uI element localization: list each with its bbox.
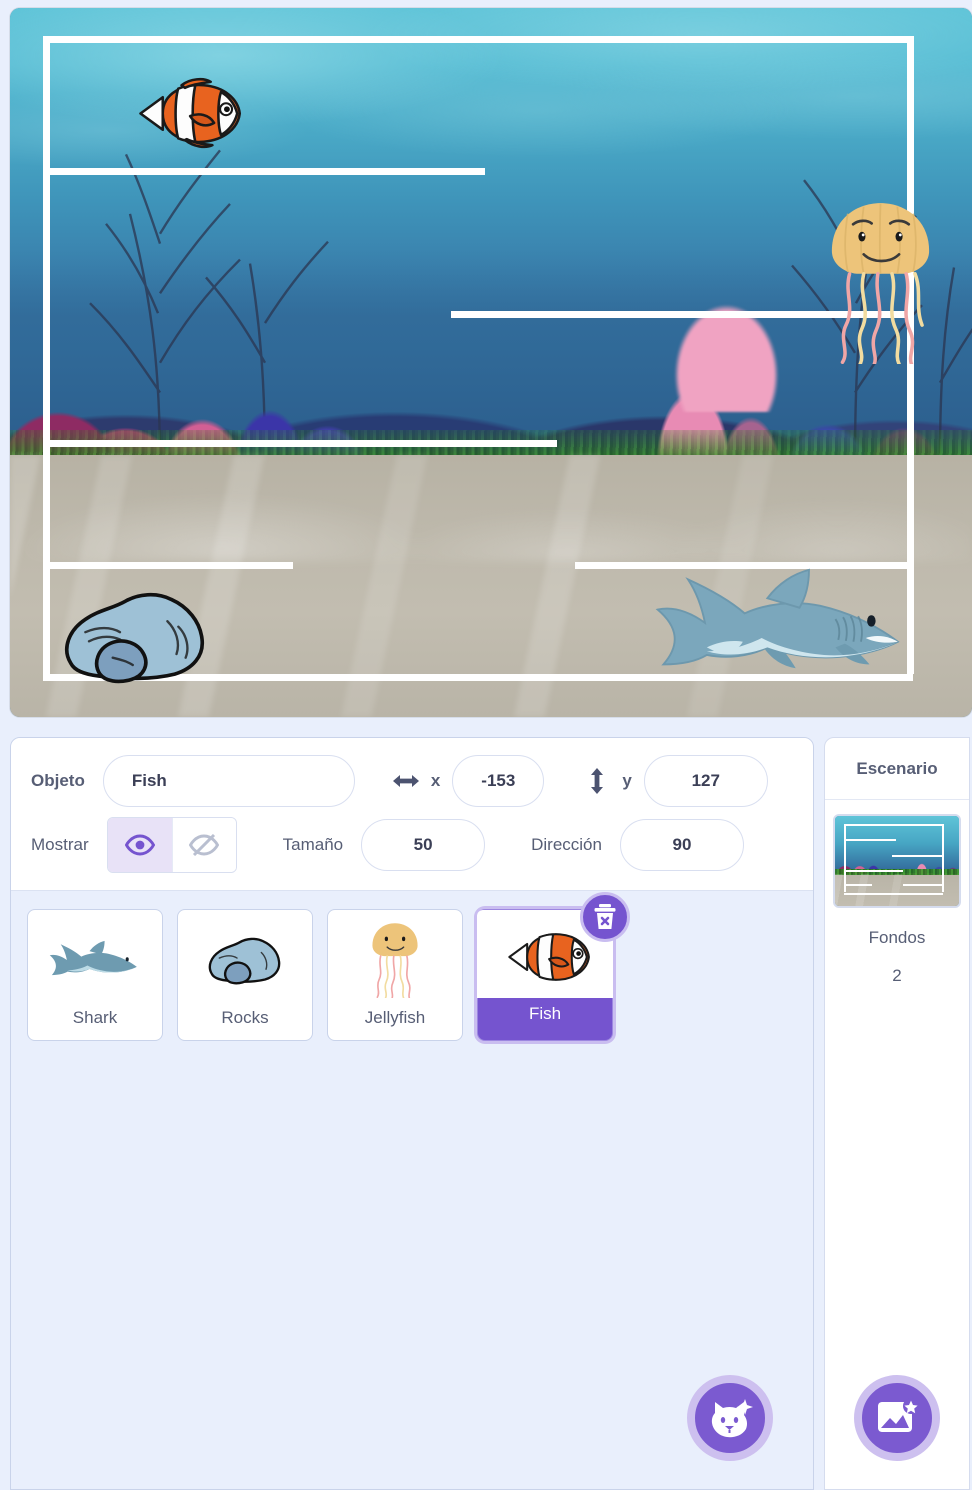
trash-delete-icon bbox=[592, 903, 618, 931]
x-coordinate-input[interactable]: -153 bbox=[452, 755, 545, 807]
direction-label: Dirección bbox=[531, 835, 602, 854]
sprite-info-row-2: Mostrar Tamaño 50 Dirección 90 bbox=[31, 816, 793, 874]
direction-value: 90 bbox=[672, 835, 692, 854]
hide-sprite-button[interactable] bbox=[171, 818, 236, 872]
sprite-tile-shark[interactable]: Shark bbox=[27, 909, 163, 1041]
stage-sprite-jellyfish[interactable] bbox=[823, 196, 938, 364]
add-backdrop-button[interactable] bbox=[854, 1375, 940, 1461]
eye-slash-icon bbox=[189, 834, 220, 856]
size-input[interactable]: 50 bbox=[361, 819, 486, 871]
stage-thumbnail[interactable] bbox=[833, 814, 961, 908]
x-axis-label: x bbox=[430, 771, 441, 790]
y-coordinate-value: 127 bbox=[691, 771, 720, 790]
eye-icon bbox=[124, 834, 155, 856]
x-coordinate-value: -153 bbox=[481, 771, 516, 790]
sprite-tile-label: Rocks bbox=[221, 1008, 269, 1027]
direction-input[interactable]: 90 bbox=[619, 819, 744, 871]
jellyfish-icon bbox=[340, 920, 450, 998]
y-axis-label: y bbox=[622, 771, 632, 790]
show-label: Mostrar bbox=[31, 835, 89, 854]
shark-icon bbox=[40, 920, 150, 998]
backdrops-count: 2 bbox=[892, 966, 902, 985]
visibility-toggle[interactable] bbox=[106, 817, 237, 873]
sprite-info-panel: Objeto Fish x -153 y 127 Mostrar Tamaño … bbox=[11, 738, 813, 891]
size-label: Tamaño bbox=[282, 835, 344, 854]
stage-sprite-fish[interactable] bbox=[125, 75, 245, 152]
delete-sprite-button[interactable] bbox=[580, 892, 630, 942]
object-label: Objeto bbox=[31, 771, 85, 790]
rocks-icon bbox=[190, 920, 300, 998]
stage-sprite-rocks[interactable] bbox=[58, 579, 213, 689]
sprite-tile-list: Shark Rocks Jellyfish Fish bbox=[11, 891, 813, 1059]
show-sprite-button[interactable] bbox=[107, 818, 172, 872]
arrows-vertical-icon bbox=[582, 766, 612, 796]
stage-area bbox=[0, 0, 972, 727]
add-sprite-button[interactable] bbox=[687, 1375, 773, 1461]
arrows-horizontal-icon bbox=[391, 772, 421, 790]
sprite-tile-label: Shark bbox=[72, 1008, 118, 1027]
stage-sprite-shark[interactable] bbox=[650, 568, 915, 672]
stage-selector-header: Escenario bbox=[825, 738, 969, 800]
sprite-and-stage-area: Objeto Fish x -153 y 127 Mostrar Tamaño … bbox=[0, 727, 972, 1490]
sprite-tile-label: Fish bbox=[528, 1004, 562, 1023]
sprite-tile-jellyfish[interactable]: Jellyfish bbox=[327, 909, 463, 1041]
sprite-name-value: Fish bbox=[131, 771, 167, 790]
sprite-tile-rocks[interactable]: Rocks bbox=[177, 909, 313, 1041]
sprite-tile-fish[interactable]: Fish bbox=[477, 892, 630, 1041]
stage[interactable] bbox=[10, 8, 972, 717]
sprite-info-row-1: Objeto Fish x -153 y 127 bbox=[31, 752, 793, 810]
image-plus-icon bbox=[875, 1398, 919, 1438]
sprite-tile-label: Jellyfish bbox=[364, 1008, 426, 1027]
backdrops-label: Fondos bbox=[868, 928, 926, 947]
cat-plus-icon bbox=[707, 1397, 753, 1439]
y-coordinate-input[interactable]: 127 bbox=[643, 755, 768, 807]
scratch-gui-root: Objeto Fish x -153 y 127 Mostrar Tamaño … bbox=[0, 0, 972, 1490]
size-value: 50 bbox=[413, 835, 433, 854]
sprite-pane: Objeto Fish x -153 y 127 Mostrar Tamaño … bbox=[0, 727, 824, 1490]
stage-selector-pane: Escenario Fondos 2 bbox=[824, 727, 972, 1490]
sprite-name-input[interactable]: Fish bbox=[102, 755, 355, 807]
